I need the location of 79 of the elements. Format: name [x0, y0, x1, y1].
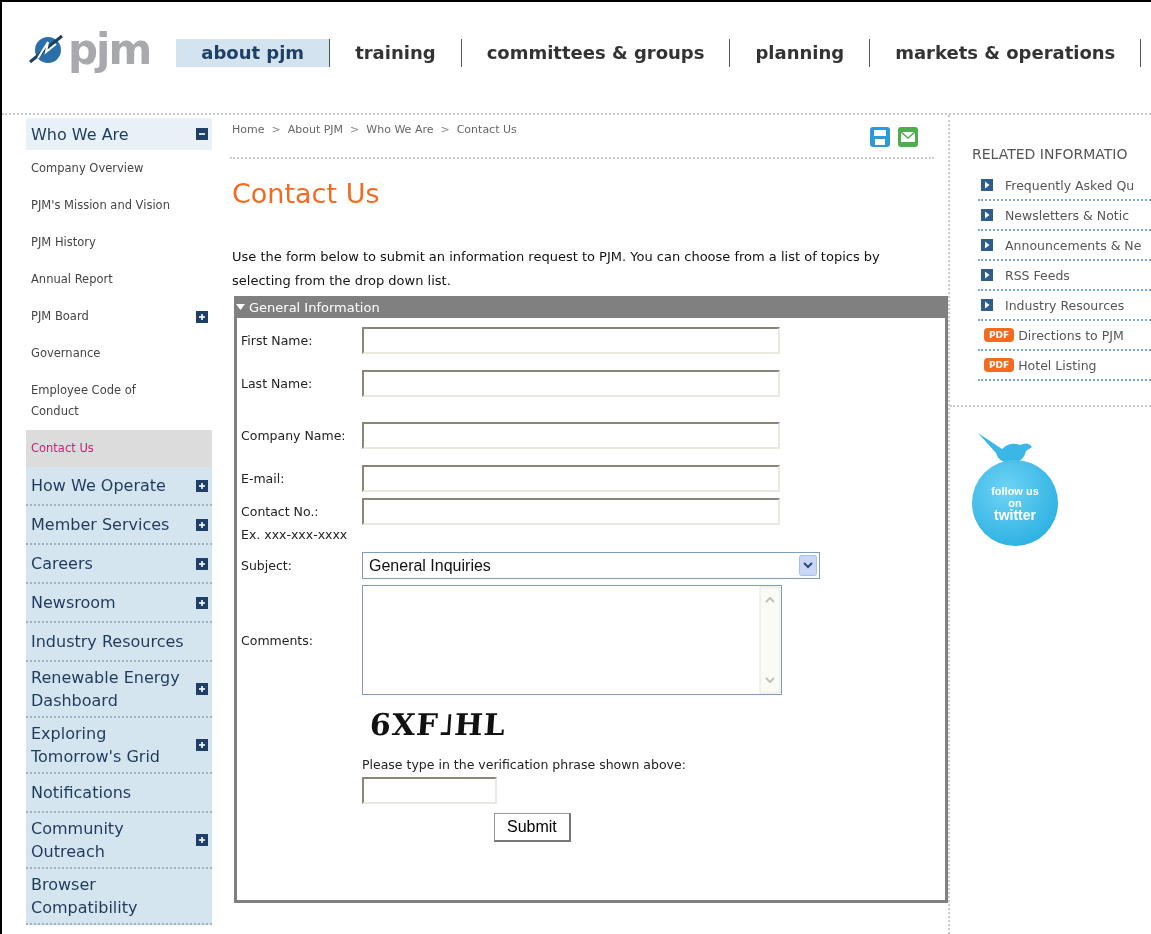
text-field[interactable] — [362, 498, 780, 525]
text-field[interactable] — [362, 465, 780, 492]
sidebar-section[interactable]: Industry Resources — [26, 623, 212, 662]
expand-icon[interactable] — [196, 557, 208, 570]
logo-text: pjm — [68, 28, 151, 72]
nav-tab[interactable]: training — [330, 39, 462, 67]
pdf-badge: PDF — [984, 358, 1015, 372]
related-link[interactable]: RSS Feeds — [1005, 267, 1070, 283]
related-link[interactable]: Announcements & Ne — [1005, 237, 1142, 253]
sidebar-item[interactable]: Company Overview — [26, 150, 212, 187]
nav-tab[interactable]: planning — [730, 39, 871, 67]
sidebar-section[interactable]: Member Services — [26, 506, 212, 545]
comments-field[interactable] — [362, 585, 782, 695]
sidebar-section[interactable]: Notifications — [26, 774, 212, 813]
expand-icon[interactable] — [196, 310, 208, 323]
related-link[interactable]: Directions to PJM — [1018, 327, 1124, 343]
scrollbar[interactable] — [759, 586, 781, 694]
captcha-prompt: Please type in the verification phrase shown above: — [362, 757, 687, 772]
sidebar-section[interactable]: How We Operate — [26, 467, 212, 506]
sidebar-item[interactable]: PJM Board — [26, 298, 212, 335]
field-label: First Name: — [241, 333, 314, 348]
format-hint: Ex. xxx-xxx-xxxx — [241, 527, 349, 542]
expand-icon[interactable] — [196, 739, 208, 751]
expand-icon[interactable] — [196, 683, 208, 695]
field-label: E-mail: — [241, 471, 286, 486]
field-label: Last Name: — [241, 376, 314, 391]
breadcrumb-link[interactable]: Home — [232, 123, 265, 136]
sidebar-item[interactable]: Annual Report — [26, 261, 212, 298]
expand-icon[interactable] — [196, 834, 208, 846]
breadcrumb-link[interactable]: About PJM — [287, 123, 344, 136]
nav-tab[interactable]: about pjm — [176, 39, 331, 67]
panel-header[interactable]: General Information — [234, 296, 948, 318]
nav-tab[interactable]: markets & operations — [870, 39, 1142, 67]
expand-icon[interactable] — [196, 596, 208, 609]
related-title: RELATED INFORMATIO — [972, 146, 1129, 162]
related-link[interactable]: Hotel Listing — [1018, 357, 1097, 373]
sidebar-section[interactable]: Newsroom — [26, 584, 212, 623]
badge-text: twitter — [994, 509, 1036, 521]
intro-text: Use the form below to submit an information request to PJM. You can choose from a list of topics by selecting from the drop down list. — [232, 248, 881, 290]
sidebar-section[interactable]: Careers — [26, 545, 212, 584]
text-field[interactable] — [362, 422, 780, 449]
nav-tab[interactable]: committees & groups — [461, 39, 731, 67]
breadcrumb-link[interactable]: Who We Are — [366, 123, 434, 136]
field-label: Comments: — [241, 632, 314, 648]
save-icon[interactable] — [870, 127, 890, 147]
sidebar-item[interactable]: Governance — [26, 335, 212, 372]
submit-button[interactable]: Submit — [494, 813, 571, 842]
pdf-badge: PDF — [984, 328, 1015, 342]
sidebar-item[interactable]: PJM History — [26, 224, 212, 261]
page-title: Contact Us — [232, 177, 381, 211]
sidebar-item[interactable]: Employee Code of Conduct — [26, 372, 212, 430]
expand-icon[interactable] — [196, 518, 208, 531]
field-label: Contact No.: — [241, 504, 320, 519]
breadcrumb-separator: > — [440, 123, 450, 136]
text-field[interactable] — [362, 370, 780, 397]
breadcrumb-separator: > — [271, 123, 281, 136]
text-field[interactable] — [362, 327, 780, 354]
related-link[interactable]: Newsletters & Notic — [1005, 207, 1130, 223]
badge-text: follow us — [991, 485, 1039, 497]
email-icon[interactable] — [898, 127, 918, 147]
field-label: Subject: — [241, 558, 293, 573]
captcha-image: 6XF˩HL — [368, 706, 509, 744]
related-link[interactable]: Industry Resources — [1005, 297, 1125, 313]
collapse-arrow-icon[interactable] — [236, 304, 245, 310]
subject-dropdown[interactable]: General Inquiries — [362, 552, 820, 579]
related-link[interactable]: Frequently Asked Qu — [1005, 177, 1135, 193]
collapse-icon[interactable] — [196, 128, 208, 140]
sidebar-section[interactable]: Exploring Tomorrow's Grid — [26, 718, 212, 774]
field-label: Company Name: — [241, 428, 347, 443]
captcha-field[interactable] — [362, 777, 497, 804]
expand-icon[interactable] — [196, 479, 208, 492]
sidebar-section[interactable]: Renewable Energy Dashboard — [26, 662, 212, 718]
sidebar-section[interactable]: Who We Are — [26, 118, 212, 150]
sidebar-section[interactable]: Browser Compatibility — [26, 869, 212, 925]
sidebar-item[interactable]: PJM's Mission and Vision — [26, 187, 212, 224]
badge-text: on — [1008, 497, 1022, 509]
sidebar-section[interactable]: Community Outreach — [26, 813, 212, 869]
breadcrumb-link[interactable]: Contact Us — [456, 123, 517, 136]
breadcrumb-separator: > — [350, 123, 360, 136]
